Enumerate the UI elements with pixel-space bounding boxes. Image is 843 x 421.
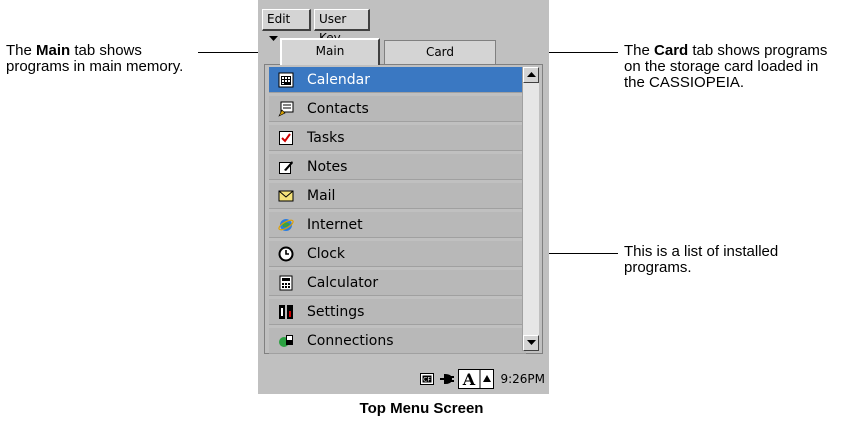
program-item-tasks[interactable]: Tasks	[269, 125, 526, 151]
tasks-icon	[277, 129, 295, 147]
scroll-up-button[interactable]	[523, 67, 539, 83]
internet-icon	[277, 216, 295, 234]
callout-program-list: This is a list of installed programs.	[624, 243, 779, 276]
program-item-mail[interactable]: Mail	[269, 183, 526, 209]
calculator-icon	[277, 274, 295, 292]
calendar-icon	[277, 71, 295, 89]
chevron-down-icon	[269, 29, 278, 48]
tab-card[interactable]: Card	[384, 40, 496, 64]
menu-bar: Edit User Key	[258, 8, 549, 45]
storage-card-icon[interactable]: CF	[420, 373, 435, 385]
callout-text: The	[6, 42, 37, 59]
callout-text: The	[624, 42, 655, 59]
edit-menu-button[interactable]: Edit	[262, 9, 311, 41]
clock-icon	[277, 245, 295, 263]
device-screen: Edit User Key Main Card Calendar Contacts…	[258, 0, 549, 394]
program-item-clock[interactable]: Clock	[269, 241, 526, 267]
program-item-calendar[interactable]: Calendar	[269, 67, 526, 93]
figure-caption: Top Menu Screen	[359, 400, 484, 417]
program-list: Calendar Contacts Tasks Notes Mail Internet Cl…	[269, 67, 526, 357]
program-label: Mail	[307, 187, 336, 204]
program-label: Notes	[307, 158, 348, 175]
clock-time[interactable]: 9:26PM	[500, 372, 545, 386]
program-label: Clock	[307, 245, 346, 262]
settings-icon	[277, 303, 295, 321]
connections-icon	[277, 332, 295, 350]
power-plug-icon[interactable]	[438, 372, 455, 386]
program-item-calculator[interactable]: Calculator	[269, 270, 526, 296]
edit-menu-label: Edit	[267, 12, 291, 26]
scroll-down-button[interactable]	[523, 335, 539, 351]
callout-bold: Card	[654, 42, 689, 59]
callout-main-tab: The Main tab shows programs in main memo…	[6, 43, 191, 75]
program-label: Connections	[307, 332, 394, 349]
vertical-scrollbar[interactable]	[522, 67, 539, 351]
user-key-button[interactable]: User Key	[314, 9, 370, 45]
status-bar: CF A 9:26PM	[258, 364, 549, 394]
program-item-contacts[interactable]: Contacts	[269, 96, 526, 122]
program-label: Contacts	[307, 100, 369, 117]
input-panel-icon[interactable]: A	[458, 369, 495, 389]
program-item-settings[interactable]: Settings	[269, 299, 526, 325]
svg-text:A: A	[462, 370, 476, 389]
program-label: Settings	[307, 303, 365, 320]
program-item-connections[interactable]: Connections	[269, 328, 526, 354]
program-list-panel: Calendar Contacts Tasks Notes Mail Internet Cl…	[264, 64, 543, 354]
program-label: Tasks	[307, 129, 345, 146]
callout-bold: Main	[36, 42, 71, 59]
program-label: Internet	[307, 216, 363, 233]
contacts-icon	[277, 100, 295, 118]
mail-icon	[277, 187, 295, 205]
program-item-notes[interactable]: Notes	[269, 154, 526, 180]
tab-main[interactable]: Main	[280, 38, 380, 65]
program-item-internet[interactable]: Internet	[269, 212, 526, 238]
callout-card-tab: The Card tab shows programs on the stora…	[624, 43, 834, 91]
program-label: Calendar	[307, 71, 370, 88]
program-label: Calculator	[307, 274, 379, 291]
notes-icon	[277, 158, 295, 176]
svg-text:CF: CF	[424, 377, 432, 384]
